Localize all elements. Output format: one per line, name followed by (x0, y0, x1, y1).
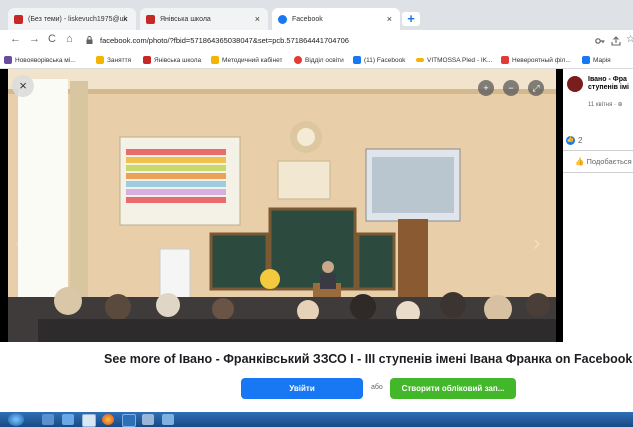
tab-label: Facebook (292, 15, 323, 23)
bookmark-label: Новояворівська мі... (15, 56, 76, 64)
zoom-in-button[interactable]: + (478, 80, 494, 96)
previous-photo-icon[interactable]: ‹ (16, 230, 23, 256)
school-site-icon (146, 14, 155, 24)
key-icon[interactable] (595, 36, 605, 46)
lock-icon (86, 36, 93, 44)
close-tab-icon[interactable]: × (123, 14, 128, 24)
tab-label: (Без теми) - liskevuch1975@uk (28, 15, 127, 23)
bookmark-icon (4, 56, 12, 64)
divider (563, 150, 633, 151)
like-reaction-icon: 👍 (566, 136, 575, 145)
page-name-line: ступенів імі (588, 84, 629, 91)
bookmark-label: Невероятный філ... (512, 56, 571, 64)
network-icon[interactable] (122, 414, 136, 427)
star-icon[interactable]: ☆ (626, 34, 633, 45)
back-button[interactable]: ← (10, 33, 21, 45)
zoom-out-button[interactable]: − (503, 80, 519, 96)
bookmark-item[interactable]: Невероятный філ... (501, 55, 571, 65)
bookmark-label: VITMOSSA Pled - IK... (427, 56, 493, 64)
forward-button[interactable]: → (29, 33, 40, 45)
or-label: або (371, 384, 383, 391)
chrome-icon[interactable] (102, 414, 114, 425)
start-button[interactable] (8, 413, 24, 426)
post-date[interactable]: 11 квітня · ⊕ (588, 101, 623, 108)
new-tab-button[interactable]: + (402, 12, 420, 26)
bookmark-item[interactable]: Новояворівська мі... (4, 55, 76, 65)
bookmark-label: Методичний кабінет (222, 56, 283, 64)
close-tab-icon[interactable]: × (387, 14, 392, 24)
tab-label: Янівська школа (160, 15, 211, 23)
like-label: Подобається (586, 157, 632, 166)
facebook-icon (278, 14, 287, 24)
bookmark-label: Заняття (107, 56, 132, 64)
bookmark-item[interactable]: (11) Facebook (353, 55, 405, 65)
close-tab-icon[interactable]: × (255, 14, 260, 24)
facebook-icon (582, 56, 590, 64)
youtube-icon (501, 56, 509, 64)
page-name-line: Івано - Фра (588, 76, 627, 83)
bookmark-icon (96, 56, 104, 64)
bookmark-label: Марія (593, 56, 611, 64)
bookmark-icon (143, 56, 151, 64)
address-bar[interactable]: facebook.com/photo/?fbid=571864365038047… (82, 33, 602, 49)
bookmark-item[interactable]: Методичний кабінет (211, 55, 282, 65)
bookmark-icon (294, 56, 302, 64)
mail-icon (14, 14, 23, 24)
explorer-icon[interactable] (42, 414, 54, 425)
share-icon[interactable] (611, 36, 621, 46)
bookmark-item[interactable]: Янівська школа (143, 55, 201, 65)
tab-facebook[interactable]: Facebook × (272, 8, 400, 30)
page-name[interactable]: Івано - Фра ступенів імі (588, 76, 633, 92)
classroom-photo (8, 69, 556, 342)
app-icon[interactable] (142, 414, 154, 425)
bookmark-item[interactable]: Марія (582, 55, 611, 65)
bookmark-item[interactable]: VITMOSSA Pled - IK... (416, 55, 492, 65)
bookmark-icon (416, 58, 424, 62)
home-button[interactable]: ⌂ (66, 33, 73, 45)
facebook-icon (353, 56, 361, 64)
close-viewer-button[interactable]: × (12, 75, 34, 97)
tab-school[interactable]: Янівська школа × (140, 8, 268, 30)
bookmark-label: Янівська школа (154, 56, 202, 64)
reload-button[interactable]: C (48, 33, 56, 45)
bookmark-icon (211, 56, 219, 64)
bookmark-label: Відділ освіти (305, 56, 344, 64)
like-button[interactable]: 👍 Подобається (575, 157, 632, 166)
see-more-heading: See more of Івано - Франківський ЗЗСО І … (104, 352, 633, 366)
page-avatar[interactable] (567, 76, 583, 92)
bookmark-item[interactable]: Заняття (96, 55, 131, 65)
url-text: facebook.com/photo/?fbid=571864365038047… (100, 36, 349, 45)
divider (563, 172, 633, 173)
thumbs-up-icon: 👍 (575, 157, 587, 166)
create-account-button[interactable]: Створити обліковий зап... (390, 378, 516, 399)
app-icon[interactable] (162, 414, 174, 425)
like-count[interactable]: 2 (578, 136, 582, 145)
fullscreen-button[interactable]: ⤢ (528, 80, 544, 96)
folder-icon[interactable] (82, 414, 96, 427)
media-icon[interactable] (62, 414, 74, 425)
bookmark-label: (11) Facebook (364, 56, 406, 64)
login-button[interactable]: Увійти (241, 378, 363, 399)
post-sidebar (563, 69, 633, 342)
bookmark-item[interactable]: Відділ освіти (294, 55, 344, 65)
tab-gmail[interactable]: (Без теми) - liskevuch1975@uk × (8, 8, 136, 30)
next-photo-icon[interactable]: › (533, 230, 540, 256)
